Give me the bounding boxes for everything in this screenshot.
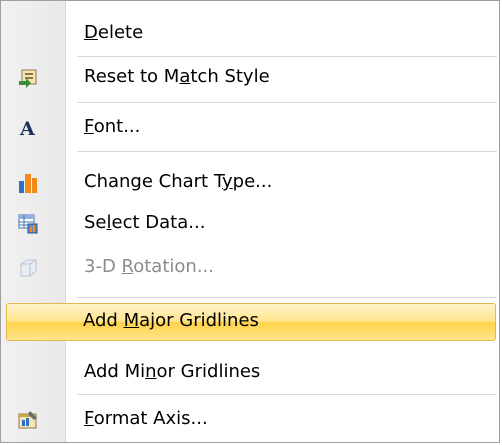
menu-item-reset-to-match-style[interactable]: Reset to Match Style — [1, 57, 499, 98]
menu-item-font-label: Font... — [84, 116, 141, 137]
reset-style-icon — [17, 67, 39, 89]
format-axis-icon — [17, 409, 39, 431]
menu-separator — [77, 151, 497, 152]
menu-item-add-minor-gridlines-label: Add Minor Gridlines — [84, 361, 261, 382]
chart-icon — [17, 172, 39, 194]
menu-item-format-axis[interactable]: Format Axis... — [1, 399, 499, 440]
menu-item-format-axis-label: Format Axis... — [84, 408, 208, 429]
font-icon: A — [17, 117, 39, 139]
menu-item-add-major-gridlines-label: Add Major Gridlines — [83, 310, 259, 331]
menu-item-select-data-label: Select Data... — [84, 212, 206, 233]
menu-item-reset-label: Reset to Match Style — [84, 66, 270, 87]
menu-item-add-minor-gridlines[interactable]: Add Minor Gridlines — [1, 352, 499, 393]
menu-separator — [77, 297, 497, 298]
menu-separator — [77, 394, 497, 395]
menu-item-3d-rotation-label: 3-D Rotation... — [84, 256, 214, 277]
menu-item-font[interactable]: A Font... — [1, 107, 499, 148]
select-data-icon — [17, 213, 39, 235]
menu-item-3d-rotation[interactable]: 3-D Rotation... — [1, 247, 499, 288]
cube-icon — [17, 257, 39, 279]
menu-item-delete-label: Delete — [84, 22, 144, 43]
menu-separator — [77, 102, 497, 103]
menu-item-delete[interactable]: Delete — [1, 13, 499, 54]
svg-text:A: A — [19, 118, 35, 139]
menu-item-add-major-gridlines[interactable]: Add Major Gridlines — [6, 303, 496, 341]
menu-item-select-data[interactable]: Select Data... — [1, 203, 499, 244]
menu-item-change-chart-type-label: Change Chart Type... — [84, 171, 273, 192]
menu-item-change-chart-type[interactable]: Change Chart Type... — [1, 162, 499, 203]
context-menu: Delete Reset to Match Style A Font... Ch… — [0, 0, 500, 443]
